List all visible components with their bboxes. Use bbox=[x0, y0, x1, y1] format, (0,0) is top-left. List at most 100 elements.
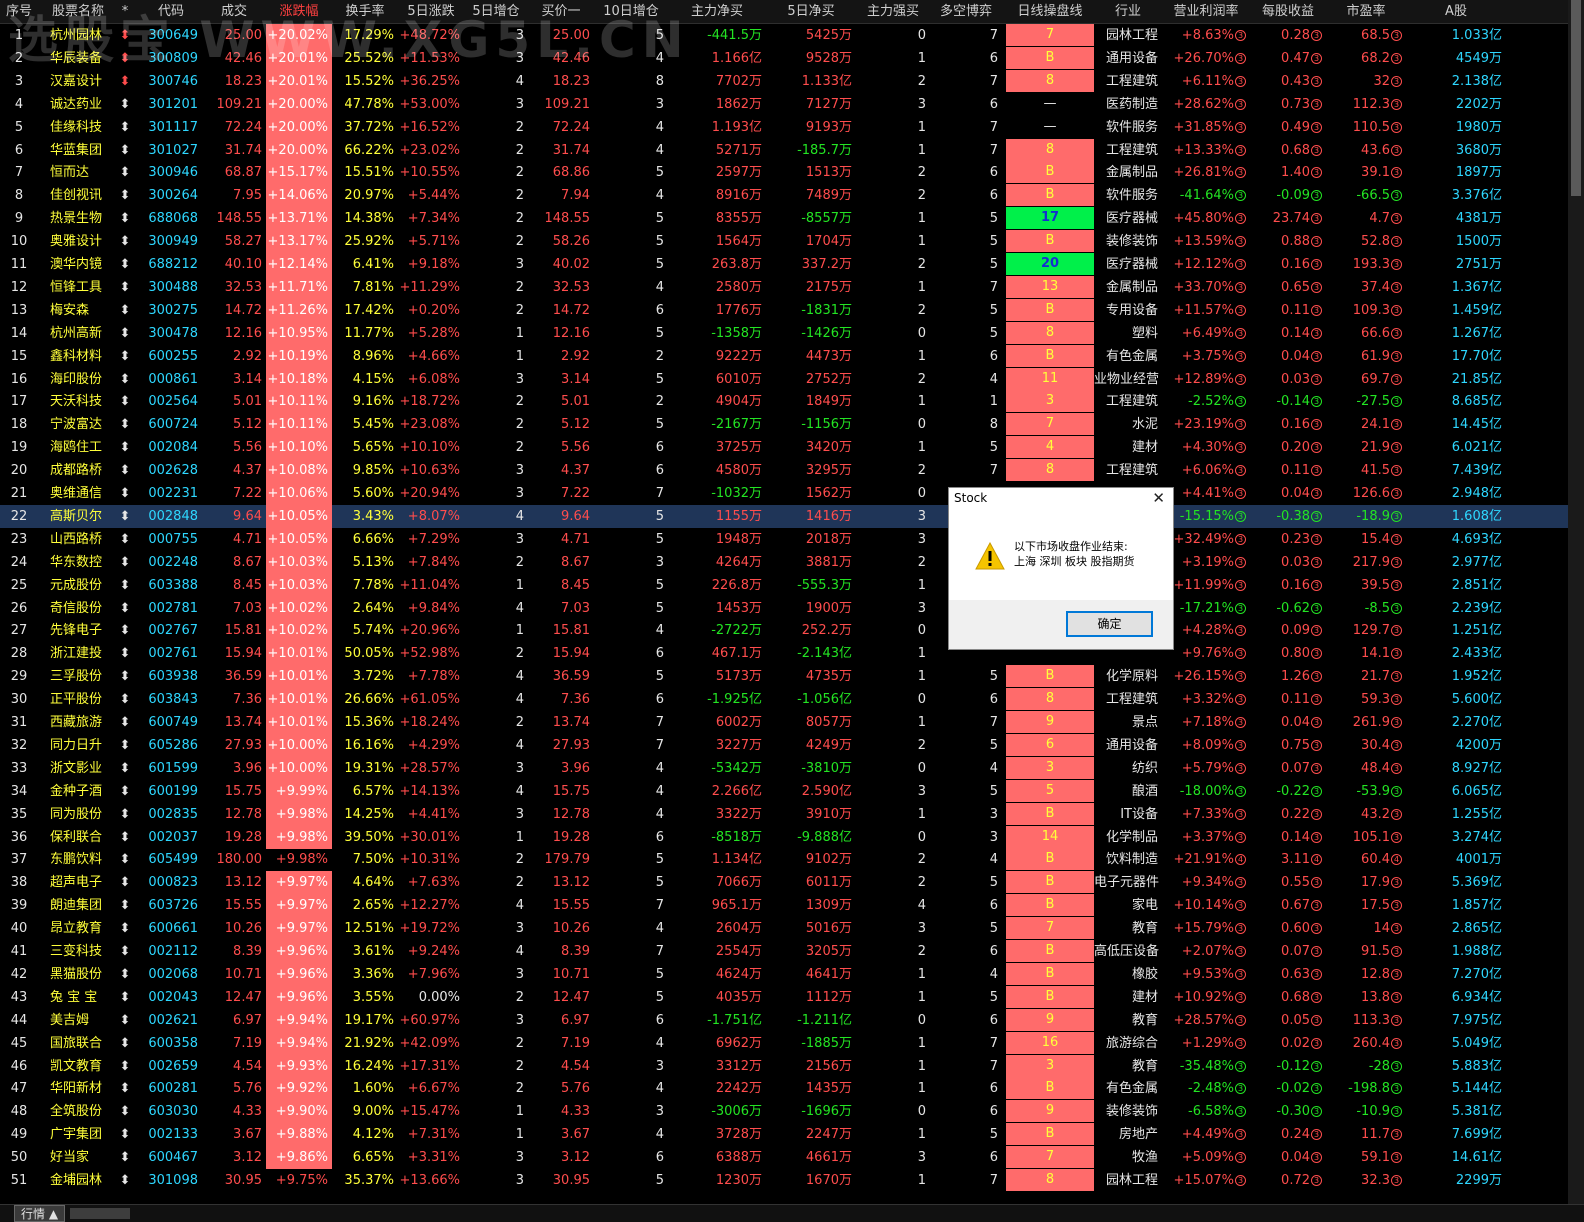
table-row[interactable]: 19 海鸥住工 ⬍ 002084 5.56 +10.10% 5.65% +10.10% 2 5.5… bbox=[0, 436, 1568, 460]
table-row[interactable]: 51 金埔园林 ⬍ 301098 30.95 +9.75% 35.37% +13.66% 3 30… bbox=[0, 1169, 1568, 1192]
stock-name[interactable]: 同力日升 bbox=[46, 734, 112, 757]
table-row[interactable]: 14 杭州高新 ⬍ 300478 12.16 +10.95% 11.77% +5.28% 1 12… bbox=[0, 321, 1568, 345]
stock-name[interactable]: 正平股份 bbox=[46, 688, 112, 711]
stock-name[interactable]: 金埔园林 bbox=[46, 1169, 112, 1192]
stock-name[interactable]: 梅安森 bbox=[46, 299, 112, 322]
stock-name[interactable]: 浙文影业 bbox=[46, 757, 112, 780]
column-header[interactable]: 10日增仓 bbox=[594, 0, 668, 24]
table-row[interactable]: 25 元成股份 ⬍ 603388 8.45 +10.03% 7.78% +11.04% 1 8.4… bbox=[0, 573, 1568, 597]
dialog-titlebar[interactable]: Stock ✕ bbox=[949, 488, 1173, 510]
stock-name[interactable]: 杭州高新 bbox=[46, 322, 112, 345]
stock-quote-grid[interactable]: 序号 股票名称 * 代码 成交 涨跌幅 换手率 5日涨跌 5日增仓 买价一 10日增仓 主力净买 5日净… bbox=[0, 0, 1568, 1204]
table-row[interactable]: 39 朗迪集团 ⬍ 603726 15.55 +9.97% 2.65% +12.27% 4 15.… bbox=[0, 894, 1568, 918]
stock-name[interactable]: 兔 宝 宝 bbox=[46, 986, 112, 1009]
table-row[interactable]: 35 同为股份 ⬍ 002835 12.78 +9.98% 14.25% +4.41% 3 12.… bbox=[0, 802, 1568, 826]
table-row[interactable]: 3 汉嘉设计 ⬍ 300746 18.23 +20.01% 15.52% +36.25% 4 18… bbox=[0, 69, 1568, 93]
stock-name[interactable]: 汉嘉设计 bbox=[46, 70, 112, 93]
table-row[interactable]: 38 超声电子 ⬍ 000823 13.12 +9.97% 4.64% +7.63% 2 13.1… bbox=[0, 871, 1568, 895]
table-row[interactable]: 49 广宇集团 ⬍ 002133 3.67 +9.88% 4.12% +7.31% 1 3.67 4… bbox=[0, 1123, 1568, 1147]
column-header[interactable]: 每股收益 bbox=[1250, 0, 1326, 24]
stock-name[interactable]: 三孚股份 bbox=[46, 665, 112, 688]
stock-name[interactable]: 澳华内镜 bbox=[46, 253, 112, 276]
stock-name[interactable]: 奥维通信 bbox=[46, 482, 112, 505]
stock-name[interactable]: 凯文教育 bbox=[46, 1055, 112, 1078]
stock-name[interactable]: 华蓝集团 bbox=[46, 139, 112, 162]
stock-name[interactable]: 昂立教育 bbox=[46, 917, 112, 940]
stock-name[interactable]: 先锋电子 bbox=[46, 619, 112, 642]
stock-name[interactable]: 天沃科技 bbox=[46, 390, 112, 413]
table-row[interactable]: 7 恒而达 ⬍ 300946 68.87 +15.17% 15.51% +10.55% 2 68.… bbox=[0, 161, 1568, 185]
column-header[interactable]: 市盈率 bbox=[1326, 0, 1406, 24]
column-header[interactable]: 多空博弈 bbox=[930, 0, 1002, 24]
table-row[interactable]: 48 全筑股份 ⬍ 603030 4.33 +9.90% 9.00% +15.47% 1 4.33… bbox=[0, 1100, 1568, 1124]
table-row[interactable]: 1 杭州园林 ⬍ 300649 25.00 +20.02% 17.29% +48.72% 3 25… bbox=[0, 24, 1568, 47]
column-header[interactable]: 营业利润率 bbox=[1162, 0, 1250, 24]
stock-name[interactable]: 奥雅设计 bbox=[46, 230, 112, 253]
column-header[interactable]: 涨跌幅 bbox=[266, 0, 332, 24]
table-row[interactable]: 24 华东数控 ⬍ 002248 8.67 +10.03% 5.13% +7.84% 2 8.67… bbox=[0, 550, 1568, 574]
column-header[interactable]: 主力强买 bbox=[856, 0, 930, 24]
stock-name[interactable]: 佳创视讯 bbox=[46, 184, 112, 207]
ok-button[interactable]: 确定 bbox=[1066, 611, 1153, 637]
stock-name[interactable]: 东鹏饮料 bbox=[46, 848, 112, 871]
table-row[interactable]: 20 成都路桥 ⬍ 002628 4.37 +10.08% 9.85% +10.63% 3 4.3… bbox=[0, 459, 1568, 483]
stock-name[interactable]: 成都路桥 bbox=[46, 459, 112, 482]
stock-name[interactable]: 黑猫股份 bbox=[46, 963, 112, 986]
column-header[interactable]: 换手率 bbox=[332, 0, 398, 24]
table-row[interactable]: 37 东鹏饮料 ⬍ 605499 180.00 +9.98% 7.50% +10.31% 2 17… bbox=[0, 848, 1568, 871]
stock-name[interactable]: 同为股份 bbox=[46, 803, 112, 826]
stock-name[interactable]: 华东数控 bbox=[46, 551, 112, 574]
stock-name[interactable]: 元成股份 bbox=[46, 574, 112, 597]
column-header[interactable]: * bbox=[112, 0, 138, 24]
market-close-dialog[interactable]: Stock ✕ 以下市场收盘作业结束: 上海 深圳 板块 股指期货 确定 bbox=[948, 487, 1174, 650]
stock-name[interactable]: 杭州园林 bbox=[46, 24, 112, 47]
table-row[interactable]: 11 澳华内镜 ⬍ 688212 40.10 +12.14% 6.41% +9.18% 3 40.… bbox=[0, 253, 1568, 276]
table-row[interactable]: 26 奇信股份 ⬍ 002781 7.03 +10.02% 2.64% +9.84% 4 7.03… bbox=[0, 596, 1568, 620]
stock-name[interactable]: 奇信股份 bbox=[46, 597, 112, 620]
stock-name[interactable]: 浙江建投 bbox=[46, 642, 112, 665]
stock-name[interactable]: 国旅联合 bbox=[46, 1032, 112, 1055]
column-header[interactable]: 5日净买 bbox=[766, 0, 856, 24]
column-header[interactable]: 日线操盘线 bbox=[1006, 0, 1094, 24]
table-row[interactable]: 4 诚达药业 ⬍ 301201 109.21 +20.00% 47.78% +53.00% 3 1… bbox=[0, 92, 1568, 116]
table-row[interactable]: 22 高斯贝尔 ⬍ 002848 9.64 +10.05% 3.43% +8.07% 4 9.64… bbox=[0, 504, 1568, 528]
table-row[interactable]: 16 海印股份 ⬍ 000861 3.14 +10.18% 4.15% +6.08% 3 3.14… bbox=[0, 367, 1568, 391]
column-header[interactable]: A股 bbox=[1406, 0, 1506, 24]
stock-name[interactable]: 广宇集团 bbox=[46, 1123, 112, 1146]
table-row[interactable]: 47 华阳新材 ⬍ 600281 5.76 +9.92% 1.60% +6.67% 2 5.76 4… bbox=[0, 1077, 1568, 1101]
table-row[interactable]: 17 天沃科技 ⬍ 002564 5.01 +10.11% 9.16% +18.72% 2 5.0… bbox=[0, 390, 1568, 414]
table-row[interactable]: 34 金种子酒 ⬍ 600199 15.75 +9.99% 6.57% +14.13% 4 15.… bbox=[0, 779, 1568, 803]
stock-name[interactable]: 朗迪集团 bbox=[46, 894, 112, 917]
stock-name[interactable]: 鑫科材料 bbox=[46, 345, 112, 368]
column-header[interactable]: 5日增仓 bbox=[464, 0, 528, 24]
table-row[interactable]: 6 华蓝集团 ⬍ 301027 31.74 +20.00% 66.22% +23.02% 2 31… bbox=[0, 138, 1568, 162]
stock-name[interactable]: 华辰装备 bbox=[46, 47, 112, 70]
vertical-scrollbar-thumb[interactable] bbox=[1571, 0, 1581, 196]
column-header[interactable]: 股票名称 bbox=[46, 0, 112, 24]
stock-name[interactable]: 佳缘科技 bbox=[46, 116, 112, 139]
table-row[interactable]: 43 兔 宝 宝 ⬍ 002043 12.47 +9.96% 3.55% 0.00% 2 12.4… bbox=[0, 985, 1568, 1009]
table-row[interactable]: 27 先锋电子 ⬍ 002767 15.81 +10.02% 5.74% +20.96% 1 15… bbox=[0, 619, 1568, 643]
column-header[interactable]: 5日涨跌 bbox=[398, 0, 464, 24]
stock-name[interactable]: 高斯贝尔 bbox=[46, 505, 112, 528]
table-row[interactable]: 5 佳缘科技 ⬍ 301117 72.24 +20.00% 37.72% +16.52% 2 72… bbox=[0, 115, 1568, 139]
close-icon[interactable]: ✕ bbox=[1152, 489, 1165, 507]
table-row[interactable]: 31 西藏旅游 ⬍ 600749 13.74 +10.01% 15.36% +18.24% 2 1… bbox=[0, 711, 1568, 734]
stock-name[interactable]: 保利联合 bbox=[46, 826, 112, 849]
stock-name[interactable]: 海鸥住工 bbox=[46, 436, 112, 459]
table-row[interactable]: 45 国旅联合 ⬍ 600358 7.19 +9.94% 21.92% +42.09% 2 7.1… bbox=[0, 1031, 1568, 1055]
column-header[interactable]: 行业 bbox=[1094, 0, 1162, 24]
stock-name[interactable]: 全筑股份 bbox=[46, 1100, 112, 1123]
stock-name[interactable]: 恒锋工具 bbox=[46, 276, 112, 299]
table-row[interactable]: 2 华辰装备 ⬍ 300809 42.46 +20.01% 25.52% +11.53% 3 42… bbox=[0, 46, 1568, 70]
table-row[interactable]: 44 美吉姆 ⬍ 002621 6.97 +9.94% 19.17% +60.97% 3 6.97… bbox=[0, 1008, 1568, 1032]
column-header[interactable]: 成交 bbox=[202, 0, 266, 24]
table-row[interactable]: 8 佳创视讯 ⬍ 300264 7.95 +14.06% 20.97% +5.44% 2 7.94… bbox=[0, 184, 1568, 208]
stock-name[interactable]: 诚达药业 bbox=[46, 93, 112, 116]
column-header[interactable]: 主力净买 bbox=[668, 0, 766, 24]
table-row[interactable]: 21 奥维通信 ⬍ 002231 7.22 +10.06% 5.60% +20.94% 3 7.2… bbox=[0, 482, 1568, 505]
table-row[interactable]: 41 三变科技 ⬍ 002112 8.39 +9.96% 3.61% +9.24% 4 8.39 7… bbox=[0, 940, 1568, 963]
stock-name[interactable]: 恒而达 bbox=[46, 161, 112, 184]
stock-name[interactable]: 好当家 bbox=[46, 1146, 112, 1169]
table-row[interactable]: 13 梅安森 ⬍ 300275 14.72 +11.26% 17.42% +0.20% 2 14.… bbox=[0, 298, 1568, 322]
